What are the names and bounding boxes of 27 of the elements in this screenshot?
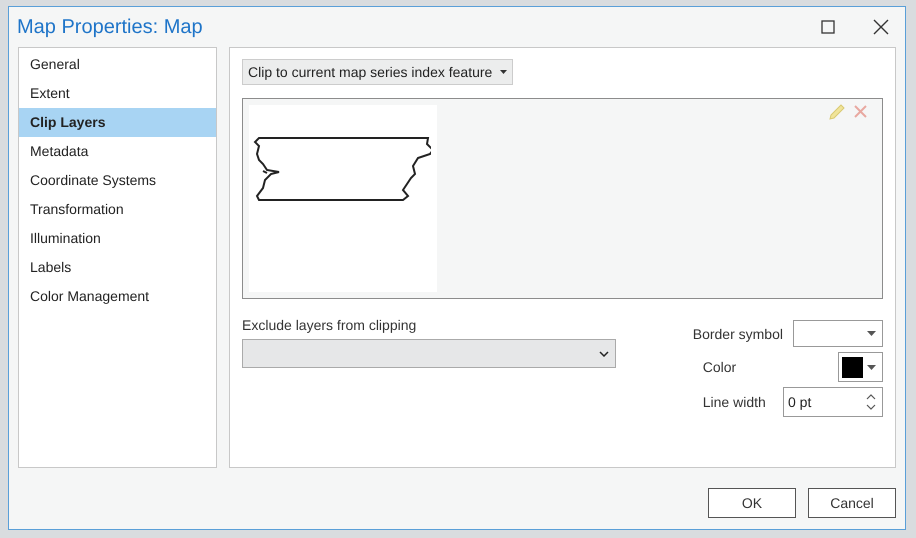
close-icon[interactable] [873, 19, 889, 35]
color-picker[interactable] [838, 352, 883, 382]
sidebar-item[interactable]: Color Management [19, 282, 216, 311]
sidebar-item[interactable]: Transformation [19, 195, 216, 224]
caret-icon [867, 364, 876, 370]
ok-button[interactable]: OK [708, 488, 796, 518]
line-width-field[interactable]: 0 pt [783, 387, 883, 417]
sidebar-item[interactable]: General [19, 50, 216, 79]
sidebar-item[interactable]: Labels [19, 253, 216, 282]
caret-icon [500, 70, 508, 74]
line-width-label: Line width [702, 394, 766, 410]
sidebar-item[interactable]: Clip Layers [19, 108, 216, 137]
border-symbol-dropdown[interactable] [793, 320, 883, 347]
sidebar-item[interactable]: Extent [19, 79, 216, 108]
border-symbol-label: Border symbol [692, 326, 783, 342]
sidebar-item[interactable]: Illumination [19, 224, 216, 253]
maximize-icon[interactable] [821, 20, 835, 34]
sidebar-item[interactable]: Coordinate Systems [19, 166, 216, 195]
exclude-label: Exclude layers from clipping [242, 317, 418, 333]
sidebar-item[interactable]: Metadata [19, 137, 216, 166]
clip-mode-dropdown[interactable]: Clip to current map series index feature [242, 59, 514, 85]
spinner-icon[interactable] [866, 392, 876, 412]
window-title: Map Properties: Map [17, 16, 204, 38]
cancel-button[interactable]: Cancel [808, 488, 896, 518]
caret-icon [867, 331, 876, 336]
chevron-icon [599, 350, 609, 356]
color-label: Color [702, 359, 736, 375]
